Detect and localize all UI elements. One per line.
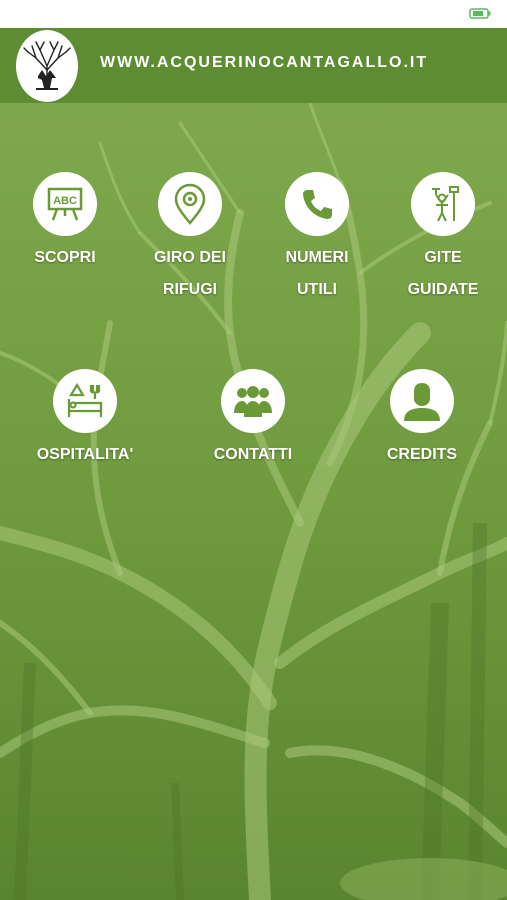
site-title[interactable]: WWW.ACQUERINOCANTAGALLO.IT xyxy=(100,54,428,72)
menu-label: GITE GUIDATE xyxy=(407,249,479,298)
menu-label: GIRO DEI RIFUGI xyxy=(153,249,226,298)
abc-board-icon: ABC xyxy=(33,172,97,236)
menu-item-gite-guidate[interactable]: GITE GUIDATE xyxy=(378,172,507,306)
menu-item-contatti[interactable]: CONTATTI xyxy=(188,369,318,471)
menu-label: SCOPRI xyxy=(34,249,96,266)
group-people-icon xyxy=(221,369,285,433)
menu-label: CREDITS xyxy=(386,446,458,463)
battery-icon xyxy=(469,8,491,19)
svg-text:ABC: ABC xyxy=(53,195,77,207)
menu-label: CONTATTI xyxy=(213,446,293,463)
person-silhouette-icon xyxy=(390,369,454,433)
status-bar xyxy=(0,0,507,28)
hiker-guide-icon xyxy=(411,172,475,236)
menu-item-numeri-utili[interactable]: NUMERI UTILI xyxy=(252,172,382,306)
logo[interactable] xyxy=(16,30,78,102)
bed-hospitality-icon xyxy=(53,369,117,433)
menu-item-credits[interactable]: CREDITS xyxy=(357,369,487,471)
map-pin-route-icon xyxy=(158,172,222,236)
menu-item-scopri[interactable]: ABC SCOPRI xyxy=(0,172,130,274)
app-header: WWW.ACQUERINOCANTAGALLO.IT xyxy=(0,28,507,103)
menu-label: OSPITALITA' xyxy=(36,446,134,463)
menu-label: NUMERI UTILI xyxy=(285,249,349,298)
phone-icon xyxy=(285,172,349,236)
menu-item-ospitalita[interactable]: OSPITALITA' xyxy=(20,369,150,471)
tree-logo-icon xyxy=(23,41,71,90)
menu-item-giro-dei-rifugi[interactable]: GIRO DEI RIFUGI xyxy=(125,172,255,306)
